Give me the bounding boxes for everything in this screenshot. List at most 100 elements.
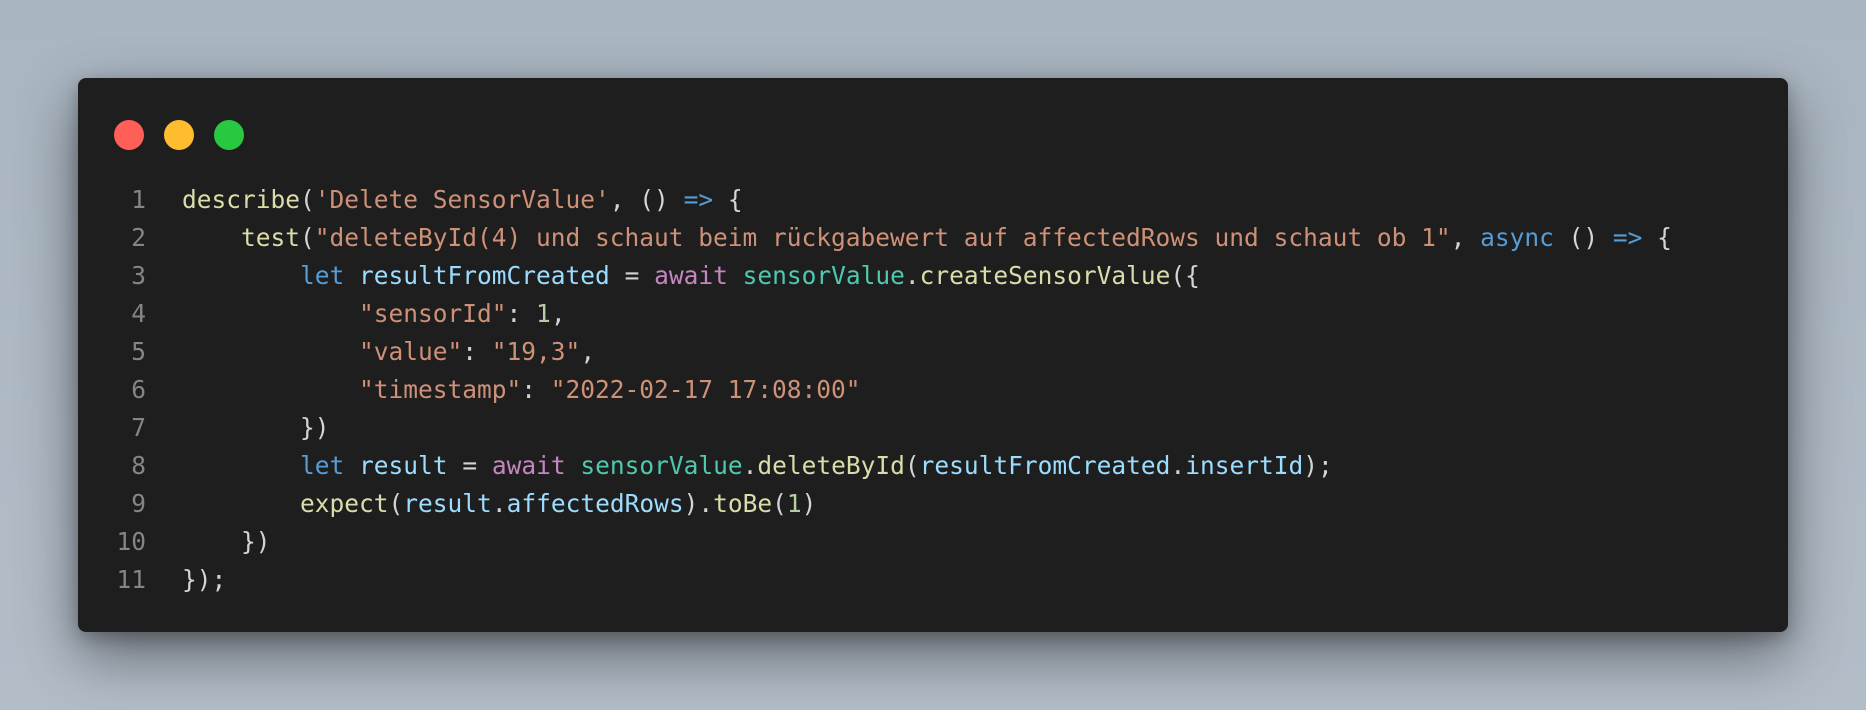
code-token: expect: [300, 489, 389, 518]
code-token: (: [772, 489, 787, 518]
line-number: 6: [131, 375, 146, 404]
code-token: "value": [359, 337, 463, 366]
code-line[interactable]: 6 "timestamp": "2022-02-17 17:08:00": [78, 371, 860, 409]
code-line-content: "value": "19,3",: [182, 333, 595, 371]
code-token: ,: [580, 337, 596, 366]
code-token: });: [182, 565, 227, 594]
code-line[interactable]: 4 "sensorId": 1,: [78, 295, 565, 333]
code-token: let: [300, 261, 345, 290]
line-number: 8: [131, 451, 146, 480]
code-line[interactable]: 10 }): [78, 523, 270, 561]
code-token: {: [713, 185, 743, 214]
code-token: ).: [683, 489, 714, 518]
code-token: "deleteById(4) und schaut beim rückgabew…: [314, 223, 1451, 252]
code-line[interactable]: 2 test("deleteById(4) und schaut beim rü…: [78, 219, 1672, 257]
code-token: test: [241, 223, 301, 252]
code-token: sensorValue: [742, 261, 905, 290]
code-token: =>: [1612, 223, 1643, 252]
code-token: let: [300, 451, 345, 480]
code-token: "2022-02-17 17:08:00": [550, 375, 861, 404]
code-token: await: [491, 451, 566, 480]
line-number: 7: [131, 413, 146, 442]
code-line[interactable]: 3 let resultFromCreated = await sensorVa…: [78, 257, 1200, 295]
code-token: );: [1303, 451, 1333, 480]
line-number: 3: [131, 261, 146, 290]
code-token: , (): [609, 185, 684, 214]
code-line-content: let result = await sensorValue.deleteByI…: [182, 447, 1333, 485]
code-token: }): [182, 413, 330, 442]
code-token: =: [609, 261, 655, 290]
code-line[interactable]: 8 let result = await sensorValue.deleteB…: [78, 447, 1333, 485]
code-token: async: [1480, 223, 1554, 252]
line-number: 9: [131, 489, 146, 518]
code-token: ,: [550, 299, 566, 328]
code-token: ): [801, 489, 817, 518]
code-token: }): [182, 527, 271, 556]
code-token: affectedRows: [506, 489, 684, 518]
code-line-content: }): [182, 409, 330, 447]
code-line[interactable]: 7 }): [78, 409, 329, 447]
code-token: deleteById: [757, 451, 905, 480]
code-token: 1: [786, 489, 802, 518]
code-token: ({: [1170, 261, 1200, 290]
minimize-dot-icon[interactable]: [164, 120, 194, 150]
code-line[interactable]: 9 expect(result.affectedRows).toBe(1): [78, 485, 816, 523]
code-line-content: let resultFromCreated = await sensorValu…: [182, 257, 1200, 295]
code-token: createSensorValue: [919, 261, 1171, 290]
code-token: "sensorId": [359, 299, 507, 328]
code-token: result: [359, 451, 448, 480]
code-token: "timestamp": [359, 375, 522, 404]
code-token: describe: [182, 185, 301, 214]
code-token: .: [491, 489, 507, 518]
code-token: {: [1642, 223, 1672, 252]
line-number: 2: [131, 223, 146, 252]
code-token: (: [388, 489, 404, 518]
code-token: insertId: [1185, 451, 1304, 480]
maximize-dot-icon[interactable]: [214, 120, 244, 150]
line-number: 1: [131, 185, 146, 214]
code-token: :: [462, 337, 492, 366]
code-token: 1: [536, 299, 551, 328]
code-token: .: [742, 451, 758, 480]
code-line[interactable]: 11});: [78, 561, 226, 599]
code-token: :: [506, 299, 537, 328]
code-token: resultFromCreated: [919, 451, 1171, 480]
code-line-content: describe('Delete SensorValue', () => {: [182, 181, 743, 219]
line-number: 4: [131, 299, 146, 328]
code-line-content: test("deleteById(4) und schaut beim rück…: [182, 219, 1672, 257]
code-line-content: }): [182, 523, 271, 561]
code-line[interactable]: 5 "value": "19,3",: [78, 333, 595, 371]
code-block[interactable]: 1 describe('Delete SensorValue', () => {2…: [78, 181, 1672, 599]
code-token: (: [300, 185, 315, 214]
line-number: 10: [116, 527, 146, 556]
code-token: =: [447, 451, 492, 480]
code-line[interactable]: 1 describe('Delete SensorValue', () => {: [78, 181, 742, 219]
code-line-content: });: [182, 561, 226, 599]
code-line-content: "sensorId": 1,: [182, 295, 566, 333]
code-token: result: [403, 489, 492, 518]
code-token: (: [300, 223, 315, 252]
window-controls: [114, 120, 244, 150]
code-token: "19,3": [491, 337, 581, 366]
code-line-content: "timestamp": "2022-02-17 17:08:00": [182, 371, 861, 409]
close-dot-icon[interactable]: [114, 120, 144, 150]
line-number: 5: [131, 337, 146, 366]
code-window: 1 describe('Delete SensorValue', () => {2…: [78, 78, 1788, 632]
code-token: resultFromCreated: [359, 261, 610, 290]
code-token: =>: [683, 185, 714, 214]
code-token: ,: [1450, 223, 1481, 252]
code-token: (: [904, 451, 920, 480]
code-token: sensorValue: [580, 451, 743, 480]
code-token: .: [904, 261, 920, 290]
